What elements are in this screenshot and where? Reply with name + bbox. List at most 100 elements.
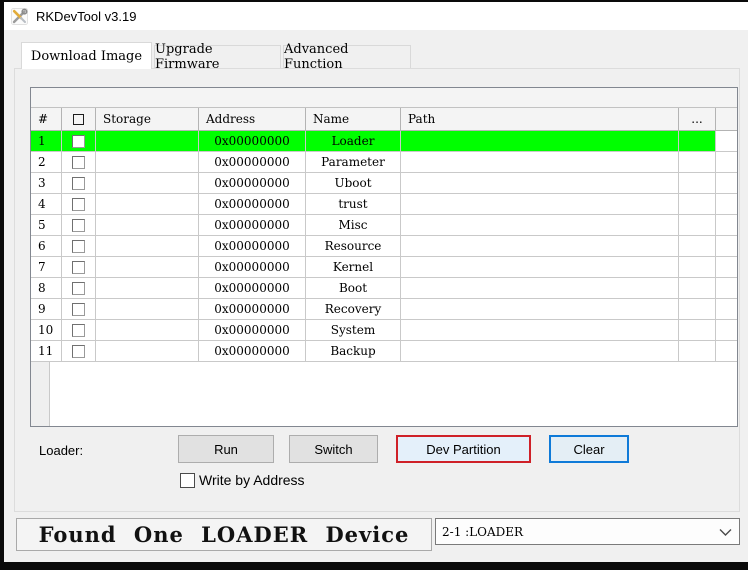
table-row[interactable]: 8 0x00000000 Boot [31,278,737,299]
cell-more [679,131,716,151]
column-header-filler [716,108,737,130]
cell-checkbox [62,215,96,235]
cell-address: 0x00000000 [199,341,306,361]
cell-path [401,194,679,214]
cell-more [679,257,716,277]
cell-filler [716,131,737,151]
cell-name: Backup [306,341,401,361]
row-checkbox[interactable] [72,176,85,190]
cell-checkbox [62,320,96,340]
cell-name: Kernel [306,257,401,277]
column-header-storage[interactable]: Storage [96,108,199,130]
table-empty-area [31,362,737,426]
table-row[interactable]: 11 0x00000000 Backup [31,341,737,362]
cell-row-number: 7 [31,257,62,277]
tab-upgrade-firmware[interactable]: Upgrade Firmware [154,42,281,72]
table-row[interactable]: 4 0x00000000 trust [31,194,737,215]
cell-checkbox [62,173,96,193]
cell-name: Loader [306,131,401,151]
cell-storage [96,173,199,193]
table-header: # Storage Address Name Path ... [31,108,737,131]
cell-address: 0x00000000 [199,215,306,235]
cell-row-number: 11 [31,341,62,361]
cell-checkbox [62,194,96,214]
column-header-address[interactable]: Address [199,108,306,130]
row-checkbox[interactable] [72,344,85,358]
column-header-select[interactable] [62,108,96,130]
cell-row-number: 5 [31,215,62,235]
cell-filler [716,299,737,319]
column-header-num[interactable]: # [31,108,62,130]
cell-row-number: 6 [31,236,62,256]
row-checkbox[interactable] [72,323,85,337]
run-button[interactable]: Run [178,435,274,463]
cell-path [401,341,679,361]
cell-checkbox [62,299,96,319]
cell-name: Recovery [306,299,401,319]
cell-checkbox [62,236,96,256]
table-body: 1 0x00000000 Loader 2 0x00000000 Parameter 3 0x… [31,131,737,362]
cell-name: Uboot [306,173,401,193]
tab-advanced-function[interactable]: Advanced Function [283,42,411,72]
select-all-checkbox[interactable] [73,113,84,125]
row-checkbox[interactable] [72,155,85,169]
cell-name: Misc [306,215,401,235]
device-select-value: 2-1 :LOADER [442,524,524,539]
cell-row-number: 1 [31,131,62,151]
cell-storage [96,257,199,277]
cell-filler [716,278,737,298]
cell-filler [716,152,737,172]
cell-more [679,152,716,172]
window-title: RKDevTool v3.19 [36,8,137,24]
column-header-path[interactable]: Path [401,108,679,130]
cell-row-number: 3 [31,173,62,193]
write-by-address-checkbox[interactable] [180,472,195,488]
cell-address: 0x00000000 [199,131,306,151]
cell-storage [96,278,199,298]
row-checkbox[interactable] [72,281,85,295]
cell-row-number: 10 [31,320,62,340]
write-by-address-label: Write by Address [199,472,305,488]
cell-name: Resource [306,236,401,256]
cell-address: 0x00000000 [199,173,306,193]
column-header-more[interactable]: ... [679,108,716,130]
row-checkbox[interactable] [72,302,85,316]
cell-address: 0x00000000 [199,320,306,340]
cell-name: System [306,320,401,340]
table-row[interactable]: 7 0x00000000 Kernel [31,257,737,278]
cell-more [679,173,716,193]
table-row[interactable]: 9 0x00000000 Recovery [31,299,737,320]
cell-storage [96,341,199,361]
cell-more [679,194,716,214]
table-row[interactable]: 3 0x00000000 Uboot [31,173,737,194]
row-checkbox[interactable] [72,260,85,274]
tab-download-image[interactable]: Download Image [21,42,152,69]
table-row[interactable]: 10 0x00000000 System [31,320,737,341]
table-top-strip [31,88,737,108]
download-image-page: # Storage Address Name Path ... 1 0x00000… [14,68,740,512]
row-checkbox[interactable] [72,218,85,232]
device-select-dropdown[interactable]: 2-1 :LOADER [435,518,740,545]
cell-storage [96,236,199,256]
table-empty-gutter [31,362,50,426]
cell-address: 0x00000000 [199,194,306,214]
row-checkbox[interactable] [72,239,85,253]
cell-storage [96,152,199,172]
cell-filler [716,215,737,235]
column-header-name[interactable]: Name [306,108,401,130]
table-row[interactable]: 6 0x00000000 Resource [31,236,737,257]
cell-name: Parameter [306,152,401,172]
loader-label: Loader: [39,443,84,458]
cell-checkbox [62,131,96,151]
row-checkbox[interactable] [72,197,85,211]
switch-button[interactable]: Switch [289,435,378,463]
table-row[interactable]: 1 0x00000000 Loader [31,131,737,152]
row-checkbox[interactable] [72,134,85,148]
table-row[interactable]: 5 0x00000000 Misc [31,215,737,236]
table-row[interactable]: 2 0x00000000 Parameter [31,152,737,173]
clear-button[interactable]: Clear [549,435,629,463]
title-bar: RKDevTool v3.19 [4,2,748,30]
dev-partition-button[interactable]: Dev Partition [396,435,531,463]
chevron-down-icon [719,529,732,536]
device-status-box: Found One LOADER Device [16,518,432,551]
